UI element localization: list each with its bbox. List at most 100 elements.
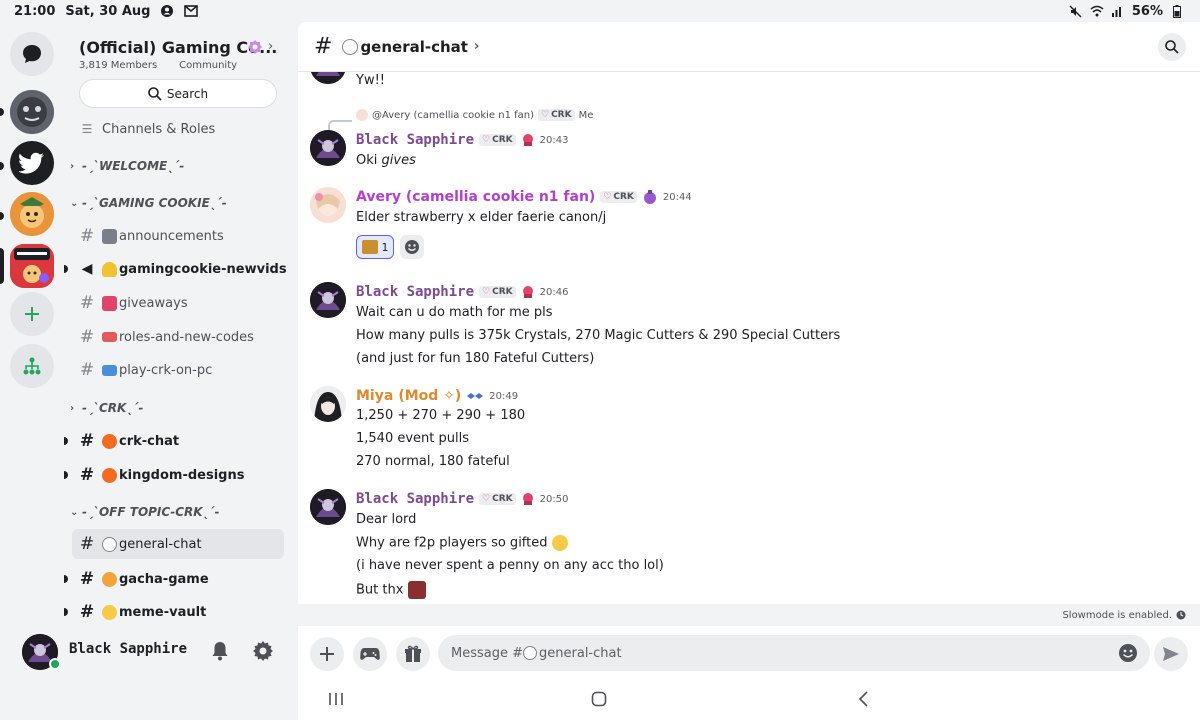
hash-icon: # [79, 327, 95, 347]
category-gaming-cookie[interactable]: ⌄ -ˏˋGAMING COOKIEˎˊ- [64, 191, 292, 215]
selected-server-indicator [0, 248, 4, 284]
status-date: Sat, 30 Aug [65, 3, 151, 19]
bell-emoji-icon [102, 261, 117, 277]
author-name[interactable]: Black Sapphire [356, 284, 474, 300]
author-name[interactable]: Black Sapphire [356, 132, 474, 148]
timestamp: 20:43 [539, 134, 569, 146]
channel-gacha-game[interactable]: # gacha-game [64, 564, 292, 594]
server-avatar-cookie[interactable] [10, 192, 54, 236]
channel-gamingcookie-newvids[interactable]: ◀ gamingcookie-newvids [64, 254, 292, 284]
smiley-icon [405, 240, 419, 254]
reaction-button[interactable]: 1 [356, 235, 394, 259]
heart-icon: ♡ [482, 135, 491, 145]
reaction-count: 1 [381, 240, 389, 254]
channel-play-crk-on-pc[interactable]: # play-crk-on-pc [64, 355, 292, 385]
hash-icon: # [314, 34, 333, 59]
crazy-face-emoji-icon [102, 604, 117, 620]
channel-kingdom-designs[interactable]: # kingdom-designs [64, 460, 292, 490]
server-avatar-gaming-cookie[interactable] [10, 244, 54, 288]
signal-icon [1111, 4, 1125, 18]
emoji-picker-icon[interactable] [1118, 643, 1138, 663]
settings-button[interactable] [251, 639, 275, 663]
community-badge-icon [248, 40, 262, 54]
server-type: Community [179, 60, 238, 71]
avatar[interactable] [310, 72, 346, 84]
battery-level: 56% [1131, 3, 1163, 19]
channel-header[interactable]: # general-chat › [298, 22, 1200, 72]
channel-sidebar: (Official) Gaming Co... 3,819 Members Co… [64, 22, 292, 625]
avatar[interactable] [310, 187, 346, 223]
unread-indicator [64, 471, 68, 479]
announcement-icon: ◀ [81, 261, 93, 277]
channel-title: general-chat [360, 37, 468, 56]
back-button[interactable] [852, 687, 876, 711]
plus-icon [320, 647, 334, 661]
author-name[interactable]: Miya [356, 388, 393, 404]
heart-icon: ♡ [482, 494, 491, 504]
message-header: Black Sapphire ♡ CRK 20:46 [356, 284, 568, 300]
message-text: But thx [356, 581, 426, 599]
direct-messages-button[interactable] [10, 32, 54, 76]
hash-icon: # [79, 569, 95, 589]
channels-roles-link[interactable]: ☰ Channels & Roles [64, 114, 292, 144]
unread-indicator [0, 162, 4, 170]
activities-button[interactable] [353, 637, 387, 671]
gmail-icon [184, 4, 199, 18]
send-button[interactable] [1154, 637, 1188, 671]
chat-area: # general-chat › Yw!! @Avery (camellia c… [298, 22, 1200, 720]
author-name[interactable]: Avery (camellia cookie n1 fan) [356, 189, 595, 205]
discover-button[interactable] [10, 344, 54, 388]
recent-apps-button[interactable] [324, 687, 348, 711]
chevron-right-icon: › [70, 160, 75, 172]
channel-general-chat[interactable]: # general-chat [72, 529, 284, 559]
message-text: How many pulls is 375k Crystals, 270 Mag… [356, 328, 841, 343]
author-name[interactable]: Black Sapphire [356, 491, 474, 507]
potion-role-icon [643, 190, 656, 204]
author-role: (Mod ✧) [398, 388, 462, 404]
message-text: 270 normal, 180 fateful [356, 454, 510, 469]
timestamp: 20:50 [539, 493, 569, 505]
channel-crk-chat[interactable]: # crk-chat [64, 426, 292, 456]
speech-bubble-emoji-icon [523, 646, 538, 660]
avatar[interactable] [310, 386, 346, 422]
channel-roles-and-new-codes[interactable]: # roles-and-new-codes [64, 322, 292, 352]
search-icon [148, 86, 162, 101]
avatar[interactable] [310, 130, 346, 166]
avatar[interactable] [310, 489, 346, 525]
gear-icon [253, 641, 273, 661]
gift-button[interactable] [396, 637, 430, 671]
chevron-down-icon: ⌄ [70, 197, 79, 209]
send-icon [1163, 647, 1179, 661]
avatar[interactable] [310, 282, 346, 318]
message-text: Yw!! [356, 73, 385, 88]
server-rail [0, 22, 64, 625]
notifications-button[interactable] [208, 639, 232, 663]
home-icon [591, 691, 607, 707]
channel-giveaways[interactable]: # giveaways [64, 288, 292, 318]
reply-preview[interactable]: @Avery (camellia cookie n1 fan) ♡ CRK Me [356, 109, 593, 121]
add-server-button[interactable] [10, 292, 54, 336]
category-welcome[interactable]: › -ˏˋWELCOMEˎˊ- [64, 154, 292, 178]
cupcake-role-icon [522, 286, 533, 298]
message-header: Miya (Mod ✧) 20:49 [356, 388, 518, 404]
timestamp: 20:46 [539, 286, 569, 298]
cookie-emoji-icon [102, 571, 117, 587]
channel-meme-vault[interactable]: # meme-vault [64, 597, 292, 627]
home-button[interactable] [587, 687, 611, 711]
message-input[interactable]: Message # general-chat [438, 635, 1150, 671]
server-avatar-twitter[interactable] [10, 141, 54, 185]
unread-indicator [64, 575, 68, 583]
add-reaction-button[interactable] [400, 235, 424, 259]
attach-button[interactable] [310, 637, 344, 671]
category-crk[interactable]: › -ˏˋCRKˎˊ- [64, 396, 292, 420]
member-count: 3,819 Members [79, 60, 158, 71]
category-off-topic-crk[interactable]: ⌄ -ˏˋOFF TOPIC-CRKˎˊ- [64, 500, 292, 524]
channel-announcements[interactable]: # announcements [64, 221, 292, 251]
message-text: Why are f2p players so gifted [356, 535, 568, 551]
header-search-button[interactable] [1158, 33, 1186, 61]
server-avatar-gray[interactable] [10, 90, 54, 134]
message-header: Avery (camellia cookie n1 fan) ♡ CRK 20:4… [356, 189, 692, 205]
server-search-button[interactable]: Search [79, 79, 277, 108]
slowmode-notice: Slowmode is enabled. [298, 604, 1200, 626]
mute-icon [1069, 4, 1083, 18]
